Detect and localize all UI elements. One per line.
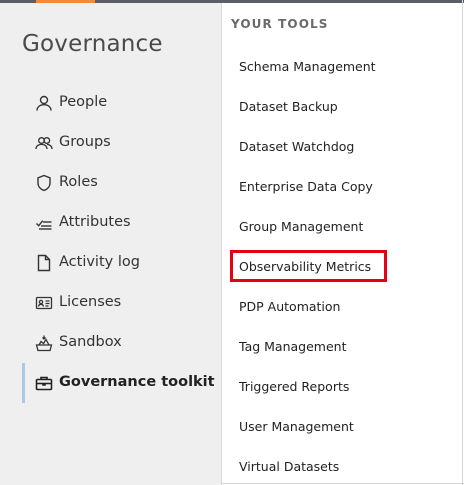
highlight-box — [230, 250, 387, 282]
sidebar-item-label: Attributes — [59, 214, 131, 230]
sidebar-item-label: Roles — [59, 174, 98, 190]
sidebar-item-governance-toolkit[interactable]: Governance toolkit — [22, 363, 222, 403]
sandbox-icon — [34, 333, 54, 353]
bottom-border — [222, 483, 464, 484]
tool-link-schema-management[interactable]: Schema Management — [239, 59, 376, 74]
sidebar-item-label: Groups — [59, 134, 111, 150]
sidebar-title: Governance — [22, 31, 163, 57]
group-icon — [34, 133, 54, 153]
tool-link-virtual-datasets[interactable]: Virtual Datasets — [239, 459, 339, 474]
sidebar-item-label: Activity log — [59, 254, 140, 270]
right-border — [462, 0, 463, 485]
tool-link-enterprise-data-copy[interactable]: Enterprise Data Copy — [239, 179, 373, 194]
sidebar-item-label: People — [59, 94, 108, 110]
id-card-icon — [34, 293, 54, 313]
sidebar-item-licenses[interactable]: Licenses — [22, 283, 222, 323]
tool-link-dataset-backup[interactable]: Dataset Backup — [239, 99, 338, 114]
sidebar-item-people[interactable]: People — [22, 83, 222, 123]
active-indicator — [22, 363, 25, 403]
person-icon — [34, 93, 54, 113]
tool-link-user-management[interactable]: User Management — [239, 419, 354, 434]
checklist-icon — [34, 213, 54, 233]
tool-link-tag-management[interactable]: Tag Management — [239, 339, 346, 354]
shield-icon — [34, 173, 54, 193]
sidebar-item-label: Sandbox — [59, 334, 122, 350]
sidebar-item-groups[interactable]: Groups — [22, 123, 222, 163]
sidebar: Governance People Groups Roles Attribute… — [0, 3, 222, 485]
tool-link-triggered-reports[interactable]: Triggered Reports — [239, 379, 349, 394]
document-icon — [34, 253, 54, 273]
sidebar-item-activity-log[interactable]: Activity log — [22, 243, 222, 283]
tools-heading: YOUR TOOLS — [231, 17, 329, 31]
sidebar-item-attributes[interactable]: Attributes — [22, 203, 222, 243]
sidebar-item-label: Licenses — [59, 294, 122, 310]
tool-link-dataset-watchdog[interactable]: Dataset Watchdog — [239, 139, 354, 154]
tool-link-group-management[interactable]: Group Management — [239, 219, 363, 234]
sidebar-item-label: Governance toolkit — [59, 374, 215, 390]
sidebar-item-roles[interactable]: Roles — [22, 163, 222, 203]
tool-link-pdp-automation[interactable]: PDP Automation — [239, 299, 340, 314]
toolbox-icon — [34, 373, 54, 393]
sidebar-item-sandbox[interactable]: Sandbox — [22, 323, 222, 363]
